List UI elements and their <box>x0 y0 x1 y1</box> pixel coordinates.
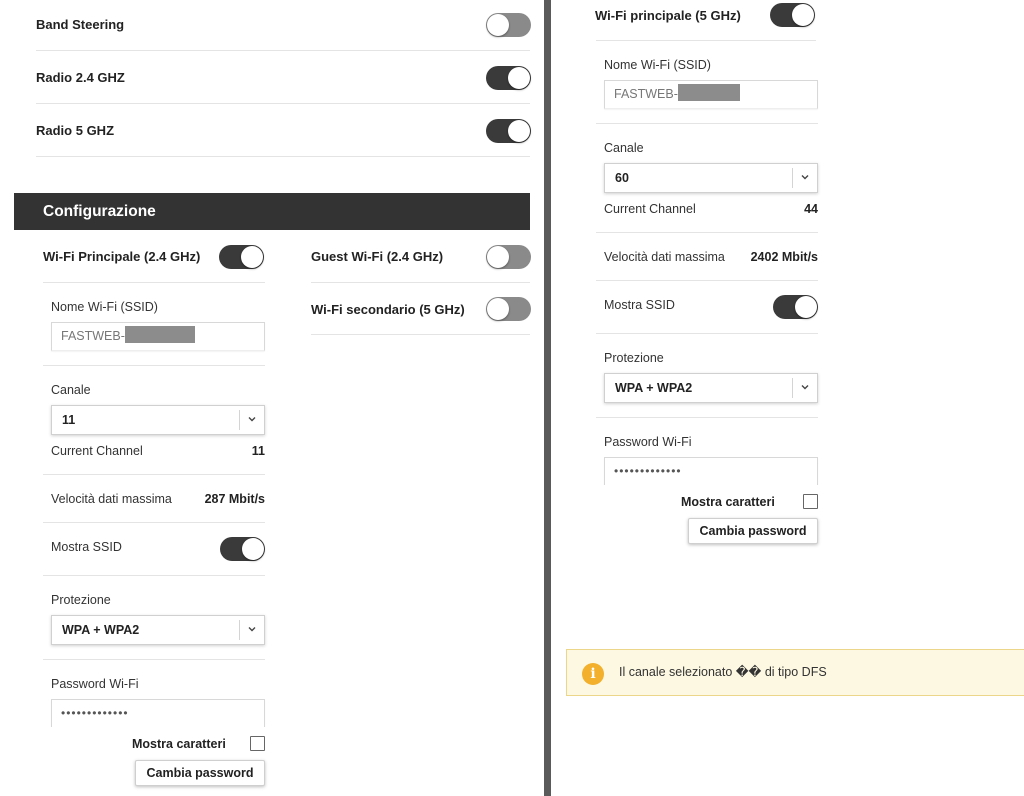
config-header: Configurazione <box>14 193 530 230</box>
wifi24-protezione-label: Protezione <box>51 593 111 607</box>
wifi5-canale-value: 60 <box>615 171 629 185</box>
wifi5-ssid-label: Nome Wi-Fi (SSID) <box>604 58 711 72</box>
wifi24-ssid-input[interactable]: FASTWEB- <box>51 322 265 351</box>
wifi24-canale-label: Canale <box>51 383 91 397</box>
select-separator <box>239 410 240 430</box>
chevron-down-icon <box>801 385 809 390</box>
wifi5-mostra-caratteri-label: Mostra caratteri <box>681 495 775 509</box>
wifi24-password-input[interactable]: ••••••••••••• <box>51 699 265 728</box>
guest24-title: Guest Wi-Fi (2.4 GHz) <box>311 249 444 264</box>
wifi5-velocita-label: Velocità dati massima <box>604 250 725 264</box>
wifi5-ssid-input[interactable]: FASTWEB- <box>604 80 818 109</box>
wifi5-protezione-select[interactable]: WPA + WPA2 <box>604 373 818 403</box>
divider <box>43 659 265 660</box>
divider <box>43 522 265 523</box>
divider <box>311 334 530 335</box>
wifi5-canale-label: Canale <box>604 141 644 155</box>
redaction-block <box>677 84 740 101</box>
select-separator <box>792 168 793 188</box>
wifi24-toggle[interactable] <box>219 245 264 269</box>
select-separator <box>239 620 240 640</box>
wifi24-velocita-label: Velocità dati massima <box>51 492 172 506</box>
secondario5-toggle[interactable] <box>486 297 531 321</box>
radio24-toggle[interactable] <box>486 66 531 90</box>
wifi5-password-input[interactable]: ••••••••••••• <box>604 457 818 486</box>
secondario5-title: Wi-Fi secondario (5 GHz) <box>311 302 465 317</box>
wifi24-protezione-select[interactable]: WPA + WPA2 <box>51 615 265 645</box>
wifi5-canale-select[interactable]: 60 <box>604 163 818 193</box>
divider <box>311 282 530 283</box>
wifi24-title: Wi-Fi Principale (2.4 GHz) <box>43 249 201 264</box>
dfs-alert: i Il canale selezionato �� di tipo DFS <box>566 649 1024 696</box>
wifi24-current-channel-value: 11 <box>251 444 265 458</box>
wifi5-mostra-ssid-label: Mostra SSID <box>604 298 675 312</box>
chevron-down-icon <box>248 417 256 422</box>
divider <box>36 156 530 157</box>
divider <box>596 123 818 124</box>
wifi24-password-label: Password Wi-Fi <box>51 677 139 691</box>
chevron-down-icon <box>801 175 809 180</box>
wifi5-protezione-label: Protezione <box>604 351 664 365</box>
divider <box>596 232 818 233</box>
divider <box>596 333 818 334</box>
divider <box>596 417 818 418</box>
divider <box>43 282 265 283</box>
wifi5-mostra-caratteri-checkbox[interactable] <box>803 494 818 509</box>
divider <box>36 50 530 51</box>
wifi5-title: Wi-Fi principale (5 GHz) <box>595 8 741 23</box>
band-steering-label: Band Steering <box>36 17 125 32</box>
wifi5-current-channel-value: 44 <box>804 202 818 216</box>
panel-separator <box>544 0 551 796</box>
redaction-block <box>124 326 195 343</box>
divider <box>43 575 265 576</box>
wifi5-mostra-ssid-toggle[interactable] <box>773 295 818 319</box>
radio5-label: Radio 5 GHZ <box>36 123 115 138</box>
wifi5-velocita-value: 2402 Mbit/s <box>750 250 818 264</box>
radio24-label: Radio 2.4 GHZ <box>36 70 125 85</box>
divider <box>596 280 818 281</box>
radio5-toggle[interactable] <box>486 119 531 143</box>
wifi24-mostra-caratteri-checkbox[interactable] <box>250 736 265 751</box>
wifi24-canale-select[interactable]: 11 <box>51 405 265 435</box>
wifi24-mostra-ssid-label: Mostra SSID <box>51 540 122 554</box>
wifi5-toggle[interactable] <box>770 3 815 27</box>
chevron-down-icon <box>248 627 256 632</box>
wifi5-password-label: Password Wi-Fi <box>604 435 692 449</box>
wifi24-protezione-value: WPA + WPA2 <box>62 623 140 637</box>
band-steering-toggle[interactable] <box>486 13 531 37</box>
guest24-toggle[interactable] <box>486 245 531 269</box>
wifi24-velocita-value: 287 Mbit/s <box>204 492 265 506</box>
wifi24-cambia-password-button[interactable]: Cambia password <box>135 760 265 786</box>
info-icon: i <box>582 663 604 685</box>
divider <box>596 40 816 41</box>
divider <box>43 365 265 366</box>
wifi5-ssid-value: FASTWEB- <box>614 87 678 101</box>
wifi5-current-channel-label: Current Channel <box>604 202 696 216</box>
dfs-alert-text: Il canale selezionato �� di tipo DFS <box>619 665 827 679</box>
wifi24-mostra-caratteri-label: Mostra caratteri <box>132 737 226 751</box>
config-title: Configurazione <box>43 203 156 220</box>
wifi24-canale-value: 11 <box>62 413 76 427</box>
wifi24-current-channel-label: Current Channel <box>51 444 143 458</box>
wifi5-cambia-password-button[interactable]: Cambia password <box>688 518 818 544</box>
divider <box>36 103 530 104</box>
wifi5-protezione-value: WPA + WPA2 <box>615 381 693 395</box>
wifi24-mostra-ssid-toggle[interactable] <box>220 537 265 561</box>
wifi24-ssid-value: FASTWEB- <box>61 329 125 343</box>
select-separator <box>792 378 793 398</box>
wifi24-ssid-label: Nome Wi-Fi (SSID) <box>51 300 158 314</box>
divider <box>43 474 265 475</box>
